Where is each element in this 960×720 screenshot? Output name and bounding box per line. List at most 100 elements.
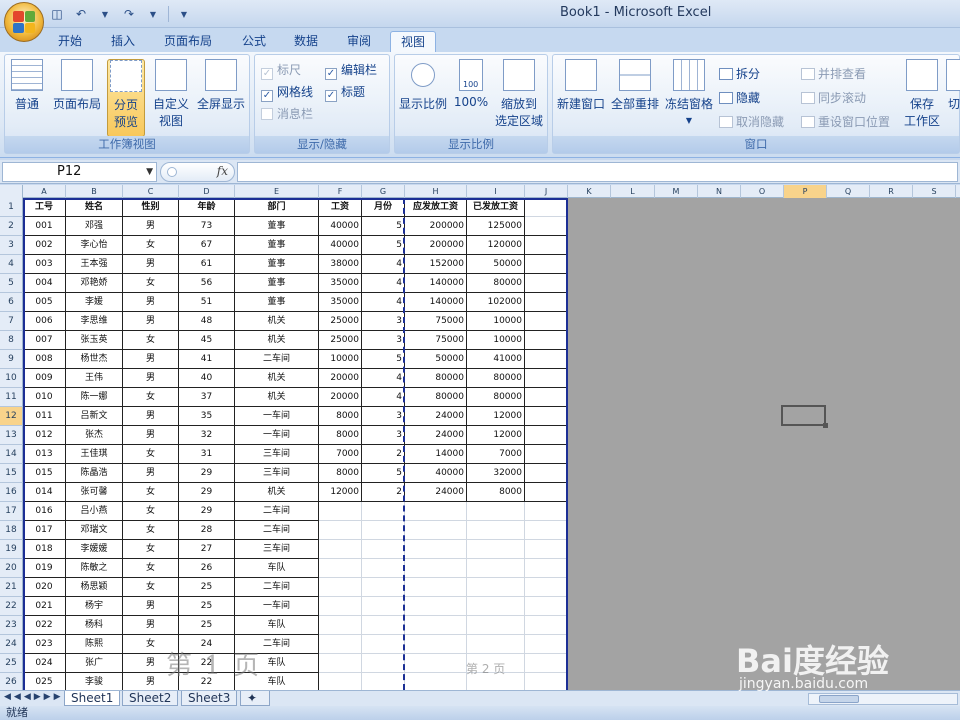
table-cell[interactable]: 3 bbox=[362, 312, 405, 331]
freeze-panes-button[interactable]: 冻结窗格 ▼ bbox=[663, 59, 715, 126]
table-cell[interactable] bbox=[362, 597, 405, 616]
table-cell[interactable]: 40 bbox=[179, 369, 235, 388]
table-cell[interactable] bbox=[525, 616, 568, 635]
table-cell[interactable]: 吕新文 bbox=[66, 407, 123, 426]
table-cell[interactable] bbox=[525, 426, 568, 445]
table-cell[interactable]: 女 bbox=[123, 236, 179, 255]
table-cell[interactable] bbox=[362, 559, 405, 578]
row-header[interactable]: 6 bbox=[0, 293, 23, 312]
column-header[interactable]: J bbox=[525, 185, 568, 198]
table-cell[interactable] bbox=[362, 540, 405, 559]
table-cell[interactable] bbox=[405, 597, 467, 616]
row-header[interactable]: 14 bbox=[0, 445, 23, 464]
table-cell[interactable]: 2 bbox=[362, 445, 405, 464]
table-cell[interactable]: 张玉英 bbox=[66, 331, 123, 350]
message-bar-checkbox[interactable]: 消息栏 bbox=[261, 105, 313, 123]
table-cell[interactable]: 机关 bbox=[235, 312, 319, 331]
table-cell[interactable]: 董事 bbox=[235, 293, 319, 312]
column-header[interactable]: H bbox=[405, 185, 467, 198]
table-cell[interactable]: 014 bbox=[23, 483, 66, 502]
table-cell[interactable]: 10000 bbox=[319, 350, 362, 369]
row-header[interactable]: 25 bbox=[0, 654, 23, 673]
table-cell[interactable]: 015 bbox=[23, 464, 66, 483]
table-cell[interactable]: 24000 bbox=[405, 483, 467, 502]
table-cell[interactable]: 张可馨 bbox=[66, 483, 123, 502]
normal-view-button[interactable]: 普通 bbox=[9, 59, 45, 112]
formula-input[interactable] bbox=[237, 162, 958, 182]
row-header[interactable]: 18 bbox=[0, 521, 23, 540]
table-cell[interactable]: 120000 bbox=[467, 236, 525, 255]
table-cell[interactable] bbox=[525, 350, 568, 369]
table-cell[interactable] bbox=[525, 673, 568, 690]
column-header[interactable]: A bbox=[23, 185, 66, 198]
table-cell[interactable] bbox=[405, 502, 467, 521]
table-cell[interactable]: 男 bbox=[123, 350, 179, 369]
table-cell[interactable]: 5 bbox=[362, 217, 405, 236]
table-cell[interactable] bbox=[319, 540, 362, 559]
table-cell[interactable]: 140000 bbox=[405, 293, 467, 312]
table-cell[interactable]: 80000 bbox=[467, 369, 525, 388]
table-cell[interactable] bbox=[525, 407, 568, 426]
table-cell[interactable]: 26 bbox=[179, 559, 235, 578]
table-cell[interactable]: 男 bbox=[123, 407, 179, 426]
table-cell[interactable]: 41 bbox=[179, 350, 235, 369]
table-cell[interactable] bbox=[362, 616, 405, 635]
row-header[interactable]: 22 bbox=[0, 597, 23, 616]
table-cell[interactable]: 020 bbox=[23, 578, 66, 597]
row-header[interactable]: 2 bbox=[0, 217, 23, 236]
table-cell[interactable] bbox=[362, 502, 405, 521]
redo-icon[interactable]: ↷ bbox=[120, 5, 138, 23]
row-header[interactable]: 19 bbox=[0, 540, 23, 559]
table-cell[interactable]: 61 bbox=[179, 255, 235, 274]
table-cell[interactable]: 8000 bbox=[319, 464, 362, 483]
table-cell[interactable]: 25000 bbox=[319, 312, 362, 331]
active-cell-cursor[interactable] bbox=[781, 405, 828, 428]
table-cell[interactable]: 一车间 bbox=[235, 597, 319, 616]
row-header[interactable]: 16 bbox=[0, 483, 23, 502]
table-cell[interactable]: 12000 bbox=[467, 426, 525, 445]
table-cell[interactable]: 56 bbox=[179, 274, 235, 293]
full-screen-button[interactable]: 全屏显示 bbox=[195, 59, 247, 112]
table-cell[interactable]: 40000 bbox=[319, 217, 362, 236]
zoom-button[interactable]: 显示比例 bbox=[397, 59, 449, 112]
table-cell[interactable]: 5 bbox=[362, 350, 405, 369]
tab-review[interactable]: 审阅 bbox=[337, 31, 381, 52]
table-cell[interactable] bbox=[525, 464, 568, 483]
table-cell[interactable] bbox=[319, 502, 362, 521]
page-layout-view-button[interactable]: 页面布局 bbox=[49, 59, 105, 112]
column-header[interactable]: E bbox=[235, 185, 319, 198]
redo-dropdown-icon[interactable]: ▼ bbox=[144, 5, 162, 23]
table-cell[interactable]: 024 bbox=[23, 654, 66, 673]
office-button-icon[interactable] bbox=[4, 2, 44, 42]
table-cell[interactable]: 45 bbox=[179, 331, 235, 350]
table-cell[interactable]: 37 bbox=[179, 388, 235, 407]
table-cell[interactable] bbox=[525, 331, 568, 350]
page-break-line[interactable] bbox=[23, 198, 568, 200]
table-cell[interactable] bbox=[525, 483, 568, 502]
table-cell[interactable] bbox=[362, 654, 405, 673]
table-cell[interactable]: 4 bbox=[362, 274, 405, 293]
table-cell[interactable]: 002 bbox=[23, 236, 66, 255]
table-cell[interactable] bbox=[362, 673, 405, 690]
table-cell[interactable]: 董事 bbox=[235, 236, 319, 255]
table-cell[interactable]: 50000 bbox=[405, 350, 467, 369]
hide-button[interactable]: 隐藏 bbox=[719, 89, 760, 107]
table-cell[interactable]: 016 bbox=[23, 502, 66, 521]
table-cell[interactable]: 女 bbox=[123, 521, 179, 540]
fill-handle[interactable] bbox=[823, 423, 828, 428]
column-header[interactable]: I bbox=[467, 185, 525, 198]
page-break-preview-button[interactable]: 分页 预览 bbox=[107, 59, 145, 137]
table-cell[interactable]: 李心怡 bbox=[66, 236, 123, 255]
table-cell[interactable]: 51 bbox=[179, 293, 235, 312]
table-cell[interactable]: 24000 bbox=[405, 407, 467, 426]
table-cell[interactable] bbox=[525, 445, 568, 464]
table-cell[interactable]: 王佳琪 bbox=[66, 445, 123, 464]
table-cell[interactable]: 李骏 bbox=[66, 673, 123, 690]
row-header[interactable]: 10 bbox=[0, 369, 23, 388]
table-cell[interactable]: 41000 bbox=[467, 350, 525, 369]
table-cell[interactable]: 004 bbox=[23, 274, 66, 293]
table-header-cell[interactable]: 月份 bbox=[362, 198, 405, 217]
table-header-cell[interactable]: 应发放工资 bbox=[405, 198, 467, 217]
column-header[interactable]: M bbox=[655, 185, 698, 198]
table-cell[interactable]: 三车间 bbox=[235, 445, 319, 464]
